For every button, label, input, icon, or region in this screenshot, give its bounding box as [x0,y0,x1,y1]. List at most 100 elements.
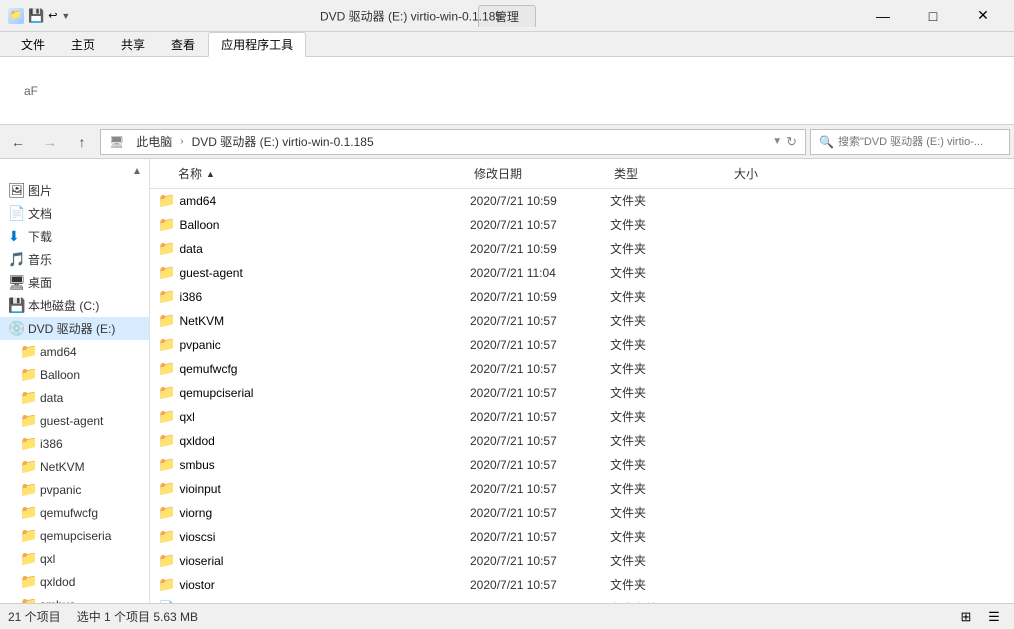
file-name-cell: 📁 vioscsi [150,528,470,545]
quick-access-undo[interactable]: ↩ [48,9,57,22]
col-header-type[interactable]: 类型 [610,163,730,184]
folder-icon: 📁 [158,528,175,545]
sidebar-item-qemupciseria[interactable]: 📁 qemupciseria [12,524,149,547]
address-input[interactable]: 🖥 此电脑 › DVD 驱动器 (E:) virtio-win-0.1.185 … [100,129,806,155]
sidebar-item-data[interactable]: 📁 data [12,386,149,409]
file-date-cell: 2020/7/21 10:57 [470,434,610,448]
file-name-cell: 📁 amd64 [150,192,470,209]
folder-icon-balloon: 📁 [20,366,36,383]
sidebar-item-desktop[interactable]: 🖥 桌面 [0,271,149,294]
file-name-text: qemupciserial [179,386,253,400]
grid-view-button[interactable]: ⊞ [954,607,978,627]
file-date-cell: 2020/7/21 11:04 [470,266,610,280]
sidebar-label-pictures: 图片 [28,182,52,199]
sidebar-item-qxldod[interactable]: 📁 qxldod [12,570,149,593]
sidebar-item-i386[interactable]: 📁 i386 [12,432,149,455]
sidebar-label-qxldod: qxldod [40,575,75,589]
tab-tools[interactable]: 应用程序工具 [208,32,306,57]
tab-home[interactable]: 主页 [58,32,108,56]
search-box[interactable]: 🔍 [810,129,1010,155]
search-input[interactable] [838,136,1001,148]
table-row[interactable]: 📁 qxldod 2020/7/21 10:57 文件夹 [150,429,1014,453]
sidebar-label-localdisk: 本地磁盘 (C:) [28,297,99,314]
minimize-button[interactable]: — [860,2,906,30]
table-row[interactable]: 📁 vioscsi 2020/7/21 10:57 文件夹 [150,525,1014,549]
file-name-cell: 📁 pvpanic [150,336,470,353]
sidebar-scroll-up-btn[interactable]: ▲ [129,163,145,179]
status-bar: 21 个项目 选中 1 个项目 5.63 MB ⊞ ☰ [0,603,1014,629]
sidebar-item-netkvm[interactable]: 📁 NetKVM [12,455,149,478]
file-type-cell: 文件夹 [610,408,730,425]
file-name-text: qxl [179,410,194,424]
table-row[interactable]: 📁 qemufwcfg 2020/7/21 10:57 文件夹 [150,357,1014,381]
col-header-date[interactable]: 修改日期 [470,163,610,184]
sidebar-label-netkvm: NetKVM [40,460,85,474]
folder-icon: 📁 [158,192,175,209]
file-date-cell: 2020/7/21 10:57 [470,410,610,424]
file-date-cell: 2020/7/21 10:57 [470,218,610,232]
col-header-size[interactable]: 大小 [730,163,830,184]
sidebar-label-downloads: 下载 [28,228,52,245]
table-row[interactable]: 📁 amd64 2020/7/21 10:59 文件夹 [150,189,1014,213]
back-button[interactable]: ← [4,130,32,154]
quick-access-save[interactable]: 💾 [28,8,44,24]
table-row[interactable]: 📁 NetKVM 2020/7/21 10:57 文件夹 [150,309,1014,333]
table-row[interactable]: 📁 vioinput 2020/7/21 10:57 文件夹 [150,477,1014,501]
table-row[interactable]: 📁 qemupciserial 2020/7/21 10:57 文件夹 [150,381,1014,405]
sidebar-item-qemufwcfg[interactable]: 📁 qemufwcfg [12,501,149,524]
sidebar-label-music: 音乐 [28,251,52,268]
file-type-cell: 文件夹 [610,480,730,497]
sidebar-label-amd64: amd64 [40,345,77,359]
table-row[interactable]: 📁 Balloon 2020/7/21 10:57 文件夹 [150,213,1014,237]
file-type-cell: 文件夹 [610,552,730,569]
quick-access-more[interactable]: ▼ [61,11,70,21]
tab-share[interactable]: 共享 [108,32,158,56]
address-segment-drive[interactable]: DVD 驱动器 (E:) virtio-win-0.1.185 [188,131,378,152]
address-refresh-btn[interactable]: ↻ [786,134,797,150]
address-dropdown-btn[interactable]: ▼ [772,136,782,147]
file-rows-container: 📁 amd64 2020/7/21 10:59 文件夹 📁 Balloon 20… [150,189,1014,603]
sidebar-item-qxl[interactable]: 📁 qxl [12,547,149,570]
sidebar-item-music[interactable]: 🎵 音乐 [0,248,149,271]
folder-icon: 📁 [158,504,175,521]
close-button[interactable]: ✕ [960,2,1006,30]
sidebar-item-documents[interactable]: 📄 文档 [0,202,149,225]
col-type-label: 类型 [610,163,730,184]
tab-view[interactable]: 查看 [158,32,208,56]
sidebar-item-downloads[interactable]: ⬇ 下载 [0,225,149,248]
ribbon-placeholder: aF [8,80,54,102]
table-row[interactable]: 📁 pvpanic 2020/7/21 10:57 文件夹 [150,333,1014,357]
sidebar-item-dvd[interactable]: 💿 DVD 驱动器 (E:) [0,317,149,340]
dvd-icon: 💿 [8,320,24,337]
sidebar-label-desktop: 桌面 [28,274,52,291]
forward-button[interactable]: → [36,130,64,154]
address-segment-computer[interactable]: 此电脑 [132,131,176,152]
file-date-cell: 2020/7/21 10:57 [470,506,610,520]
file-name-cell: 📁 viostor [150,576,470,593]
list-view-button[interactable]: ☰ [982,607,1006,627]
sidebar-item-amd64[interactable]: 📁 amd64 [12,340,149,363]
sidebar-item-guest-agent[interactable]: 📁 guest-agent [12,409,149,432]
downloads-icon: ⬇ [8,228,24,245]
sidebar-item-pictures[interactable]: 🖼 图片 [0,179,149,202]
sidebar-item-localdisk[interactable]: 💾 本地磁盘 (C:) [0,294,149,317]
sidebar-item-pvpanic[interactable]: 📁 pvpanic [12,478,149,501]
up-button[interactable]: ↑ [68,130,96,154]
table-row[interactable]: 📁 data 2020/7/21 10:59 文件夹 [150,237,1014,261]
sidebar: ▲ 🖼 图片 📄 文档 ⬇ 下载 🎵 音乐 🖥 桌面 💾 本地磁盘 (C:) 💿 [0,159,150,603]
table-row[interactable]: 📁 guest-agent 2020/7/21 11:04 文件夹 [150,261,1014,285]
sidebar-label-dvd: DVD 驱动器 (E:) [28,320,115,337]
documents-icon: 📄 [8,205,24,222]
table-row[interactable]: 📁 qxl 2020/7/21 10:57 文件夹 [150,405,1014,429]
table-row[interactable]: 📁 viostor 2020/7/21 10:57 文件夹 [150,573,1014,597]
table-row[interactable]: 📁 i386 2020/7/21 10:59 文件夹 [150,285,1014,309]
maximize-button[interactable]: □ [910,2,956,30]
tab-file[interactable]: 文件 [8,32,58,56]
table-row[interactable]: 📁 vioserial 2020/7/21 10:57 文件夹 [150,549,1014,573]
sidebar-item-smbus[interactable]: 📁 smbus [12,593,149,603]
table-row[interactable]: 📁 smbus 2020/7/21 10:57 文件夹 [150,453,1014,477]
file-type-cell: 文件夹 [610,528,730,545]
sidebar-item-balloon[interactable]: 📁 Balloon [12,363,149,386]
col-header-name[interactable]: 名称 ▲ [150,163,470,184]
table-row[interactable]: 📁 viorng 2020/7/21 10:57 文件夹 [150,501,1014,525]
